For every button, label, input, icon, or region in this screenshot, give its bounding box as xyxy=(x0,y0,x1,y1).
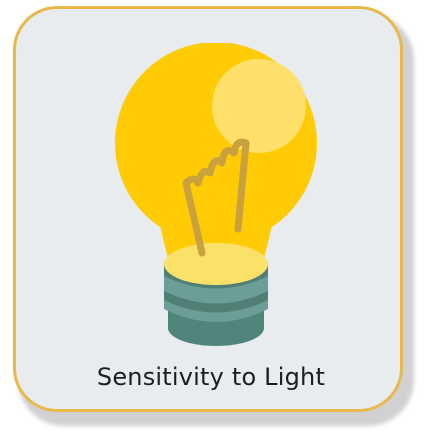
sensitivity-to-light-card[interactable]: Sensitivity to Light xyxy=(13,6,403,412)
card-label: Sensitivity to Light xyxy=(96,363,326,391)
light-bulb-icon xyxy=(115,43,317,346)
